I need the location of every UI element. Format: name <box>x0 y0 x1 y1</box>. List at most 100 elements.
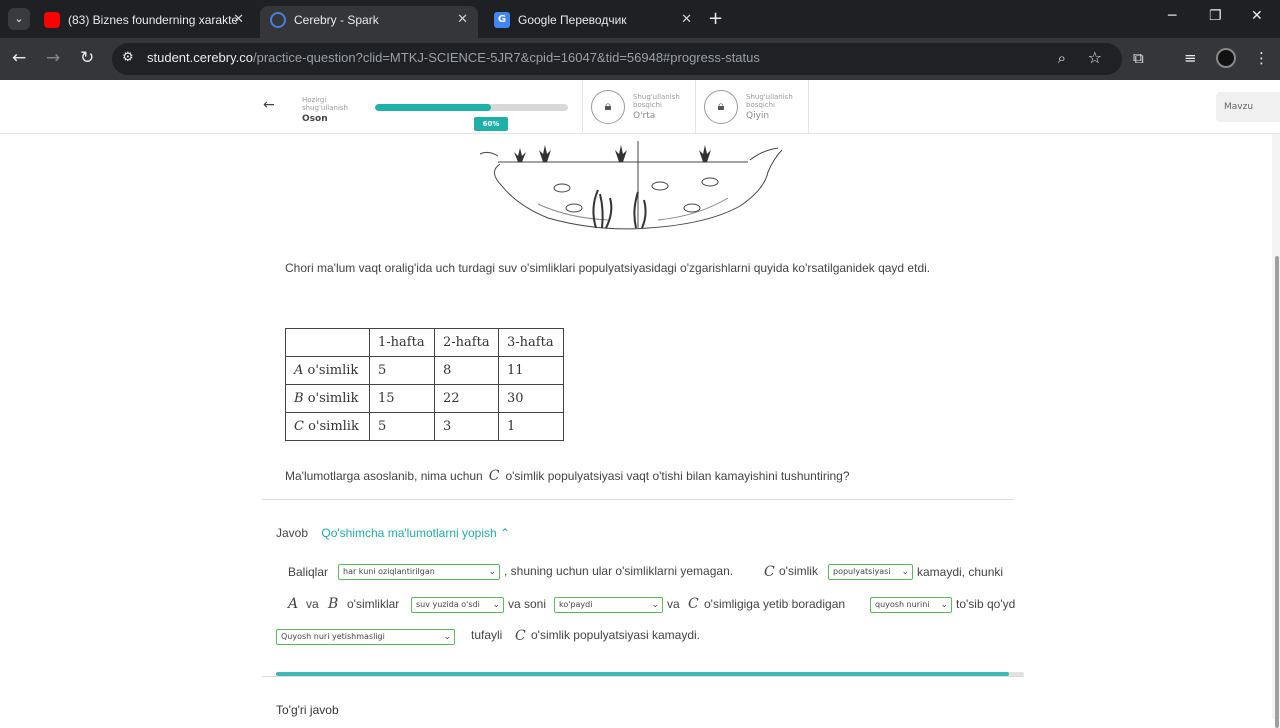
answer-label: Javob <box>276 526 309 540</box>
current-level-name: Oson <box>302 114 328 124</box>
tab-title: (83) Biznes founderning xarakte <box>68 13 239 27</box>
menu-kebab-icon[interactable]: ⋮ <box>1254 49 1269 67</box>
answer-dropdown[interactable]: suv yuzida o'sdi ⌄ <box>411 597 504 613</box>
chevron-down-icon: ⌄ <box>488 567 496 577</box>
hide-details-toggle[interactable]: Qo'shimcha ma'lumotlarni yopish ⌃ <box>321 526 510 540</box>
tab-cerebry[interactable]: Cerebry - Spark ✕ <box>260 6 478 38</box>
locked-level-medium[interactable]: 🔒︎ Shug'ullanish bosqichi O'rta <box>582 80 695 134</box>
math-variable: C <box>764 564 775 580</box>
topic-button[interactable]: Mavzu <box>1216 92 1280 122</box>
table-cell: 15 <box>369 384 435 413</box>
address-bar[interactable]: ⚙ student.cerebry.co/practice-question?c… <box>112 43 1122 75</box>
minimize-icon[interactable]: ─ <box>1168 8 1176 24</box>
table-row: A o'simlik 5 8 11 <box>285 356 564 385</box>
answer-dropdown[interactable]: Quyosh nuri yetishmasligi ⌄ <box>276 629 455 645</box>
answer-dropdown[interactable]: ko'paydi ⌄ <box>554 597 663 613</box>
forward-icon[interactable]: → <box>46 48 60 68</box>
pond-illustration <box>479 141 783 230</box>
table-header-cell: 1-hafta <box>369 328 435 357</box>
answer-text: Baliqlar <box>288 565 329 579</box>
math-variable: C <box>515 628 526 644</box>
url-text[interactable]: student.cerebry.co/practice-question?cli… <box>147 50 760 65</box>
progress-percent-badge: 60% <box>474 117 508 131</box>
answer-header: Javob Qo'shimcha ma'lumotlarni yopish ⌃ <box>276 526 510 540</box>
table-cell: 5 <box>369 412 435 441</box>
answer-text: , shuning uchun ular o'simliklarni yemag… <box>504 564 734 578</box>
chevron-down-icon: ⌄ <box>940 600 948 610</box>
close-icon[interactable]: ✕ <box>233 6 244 34</box>
reload-icon[interactable]: ↻ <box>80 48 94 68</box>
locked-level-label: Shug'ullanish bosqichi <box>746 93 793 109</box>
table-header-row: 1-hafta 2-hafta 3-hafta <box>285 328 564 357</box>
table-row: B o'simlik 15 22 30 <box>285 384 564 413</box>
table-row: C o'simlik 5 3 1 <box>285 412 564 441</box>
scrollbar-thumb[interactable] <box>1275 256 1279 728</box>
answer-text: to'sib qo'yd <box>956 597 1016 611</box>
answer-dropdown[interactable]: har kuni oziqlantirilgan ⌄ <box>338 564 500 580</box>
answer-text: tufayli <box>471 628 503 642</box>
current-level-label: Hozirgi shug'ullanish <box>302 96 348 112</box>
answer-text: kamaydi, chunki <box>917 565 1004 579</box>
table-header-cell <box>285 328 370 357</box>
plant-cell: C o'simlik <box>285 412 370 441</box>
browser-tab-bar: ⌄ (83) Biznes founderning xarakte ✕ Cere… <box>0 0 1280 38</box>
table-cell: 8 <box>434 356 499 385</box>
cerebry-icon <box>270 12 286 28</box>
locked-level-label: Shug'ullanish bosqichi <box>633 93 680 109</box>
new-tab-icon[interactable]: + <box>708 8 723 29</box>
answer-dropdown[interactable]: populyatsiyasi ⌄ <box>828 564 913 580</box>
tab-title: Google Переводчик <box>518 13 627 27</box>
tab-youtube[interactable]: (83) Biznes founderning xarakte ✕ <box>34 6 254 34</box>
answer-text: o'simlik populyatsiyasi kamaydi. <box>531 628 701 642</box>
question-intro: Chori ma'lum vaqt oralig'ida uch turdagi… <box>285 261 931 275</box>
profile-avatar[interactable] <box>1216 48 1236 68</box>
divider <box>262 676 1024 677</box>
bookmark-star-icon[interactable]: ☆ <box>1088 48 1102 67</box>
site-info-icon[interactable]: ⚙ <box>122 50 134 65</box>
table-header-cell: 2-hafta <box>434 328 499 357</box>
locked-level-hard[interactable]: 🔒︎ Shug'ullanish bosqichi Qiyin <box>695 80 809 134</box>
tab-search-icon[interactable]: ⌄ <box>8 8 30 30</box>
tab-google-translate[interactable]: G Google Переводчик ✕ <box>484 6 702 34</box>
lock-icon: 🔒︎ <box>704 90 738 124</box>
level-progress-header: ← Hozirgi shug'ullanish Oson 60% 🔒︎ Shug… <box>0 80 1280 134</box>
answer-text: o'simliklar <box>347 597 400 611</box>
back-arrow-icon[interactable]: ← <box>263 97 275 113</box>
page-content: ← Hozirgi shug'ullanish Oson 60% 🔒︎ Shug… <box>0 80 1280 728</box>
close-icon[interactable]: ✕ <box>457 6 468 34</box>
search-icon[interactable]: ⌕ <box>1058 49 1066 67</box>
level-progress-fill <box>375 104 491 111</box>
data-table: 1-hafta 2-hafta 3-hafta A o'simlik 5 8 1… <box>285 328 564 441</box>
extensions-icon[interactable]: ⧉ <box>1133 49 1144 67</box>
close-icon[interactable]: ✕ <box>681 6 692 34</box>
answer-text: va <box>667 597 680 611</box>
tab-title: Cerebry - Spark <box>294 13 379 27</box>
google-translate-icon: G <box>494 12 510 28</box>
youtube-icon <box>44 12 60 28</box>
back-icon[interactable]: ← <box>12 48 26 68</box>
chevron-down-icon: ⌄ <box>901 567 909 577</box>
plant-cell: B o'simlik <box>285 384 370 413</box>
answer-dropdown[interactable]: quyosh nurini ⌄ <box>870 597 952 613</box>
plant-cell: A o'simlik <box>285 356 370 385</box>
answer-text: o'simlik <box>779 564 818 578</box>
lock-icon: 🔒︎ <box>591 90 625 124</box>
math-variable: C <box>688 596 699 612</box>
media-control-icon[interactable]: ≡ <box>1184 49 1197 67</box>
window-close-icon[interactable]: ✕ <box>1251 8 1263 24</box>
table-cell: 3 <box>434 412 499 441</box>
divider <box>262 499 1014 500</box>
table-cell: 1 <box>498 412 564 441</box>
table-header-cell: 3-hafta <box>498 328 564 357</box>
chevron-down-icon: ⌄ <box>443 632 451 642</box>
answer-text: va <box>306 597 319 611</box>
question-prompt: Ma'lumotlarga asoslanib, nima uchun Co'si… <box>285 468 850 484</box>
answer-text: o'simligiga yetib boradigan <box>704 597 846 611</box>
chevron-down-icon: ⌄ <box>492 600 500 610</box>
restore-icon[interactable]: ❐ <box>1209 8 1222 24</box>
browser-toolbar: ← → ↻ ⚙ student.cerebry.co/practice-ques… <box>0 38 1280 80</box>
math-variable: A <box>288 596 299 612</box>
table-cell: 30 <box>498 384 564 413</box>
locked-level-name: Qiyin <box>746 111 770 121</box>
table-cell: 22 <box>434 384 499 413</box>
